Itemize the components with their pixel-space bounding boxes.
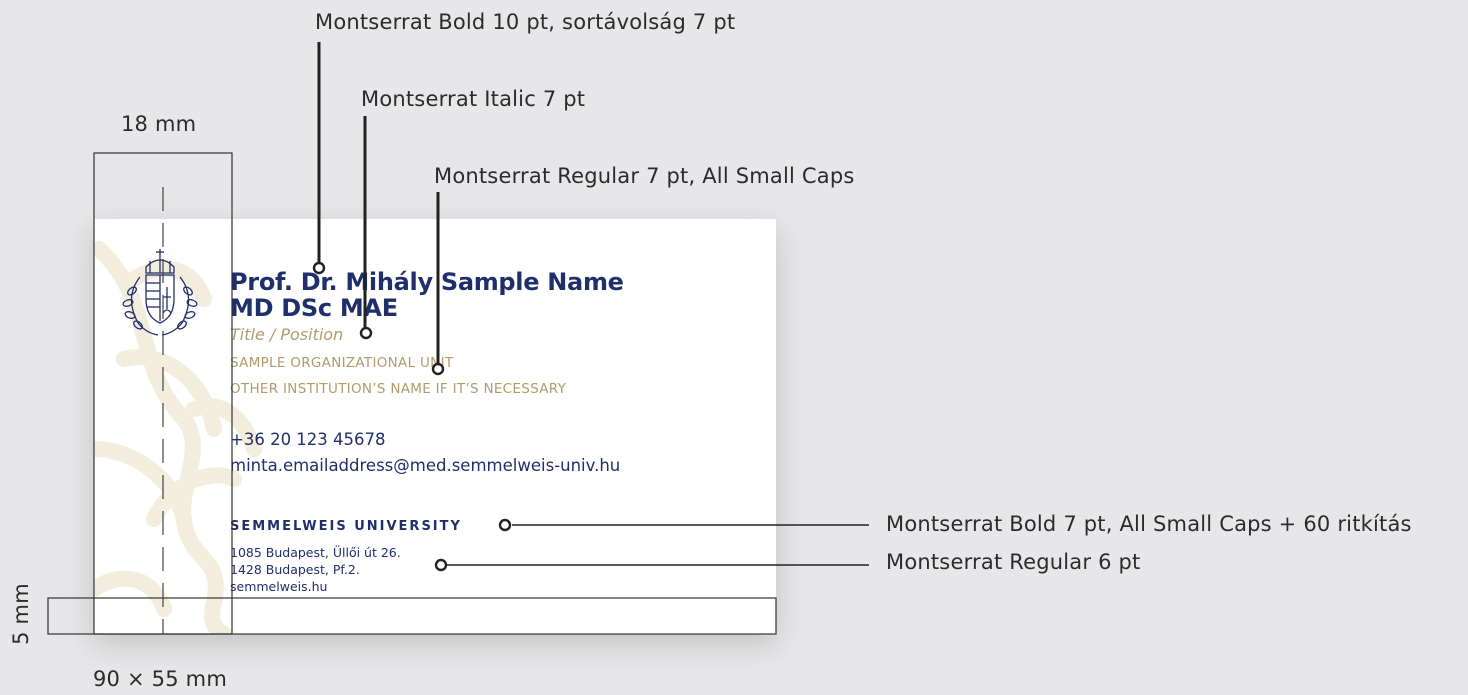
annotation-university-font: Montserrat Bold 7 pt, All Small Caps + 6… <box>886 512 1412 536</box>
annotation-unit-font: Montserrat Regular 7 pt, All Small Caps <box>434 164 855 188</box>
annotation-card-size: 90 × 55 mm <box>93 667 227 691</box>
annotation-name-font: Montserrat Bold 10 pt, sortávolság 7 pt <box>315 10 736 34</box>
marker-title <box>359 326 373 340</box>
annotation-title-font: Montserrat Italic 7 pt <box>361 87 586 111</box>
annotation-bottom-margin: 5 mm <box>9 583 33 645</box>
marker-university <box>498 518 512 532</box>
annotation-address-font: Montserrat Regular 6 pt <box>886 550 1141 574</box>
annotation-margin-width: 18 mm <box>121 112 197 136</box>
marker-unit <box>431 362 445 376</box>
guide-lines <box>47 42 869 635</box>
bottom-margin-guide <box>47 597 777 635</box>
marker-address <box>434 558 448 572</box>
marker-name <box>312 261 326 275</box>
